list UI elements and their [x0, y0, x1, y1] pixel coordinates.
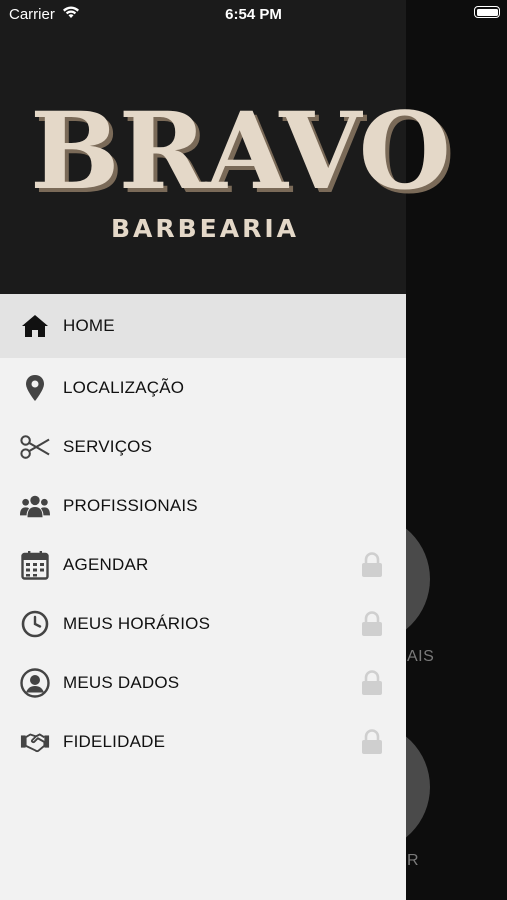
clock-icon — [20, 609, 50, 639]
menu-item-label: AGENDAR — [63, 554, 149, 574]
lock-icon — [361, 669, 383, 696]
logo-title: BRAVO — [30, 88, 451, 213]
menu-item-profissionais[interactable]: PROFISSIONAIS — [0, 476, 406, 535]
group-icon — [20, 491, 50, 521]
menu-item-label: PROFISSIONAIS — [63, 495, 198, 515]
menu-item-label: HOME — [63, 316, 115, 335]
lock-icon — [361, 551, 383, 578]
navigation-drawer: BRAVO BARBEARIA HOME LOCALIZAÇÃO SERVIÇO… — [0, 0, 451, 900]
scissors-icon — [20, 432, 50, 462]
lock-icon — [361, 610, 383, 637]
logo-subtitle: BARBEARIA — [110, 214, 300, 243]
background-label: AIS — [407, 648, 435, 665]
lock-icon — [361, 728, 383, 755]
menu-item-home[interactable]: HOME — [0, 294, 406, 358]
menu-item-label: MEUS HORÁRIOS — [63, 613, 211, 633]
handshake-icon — [20, 727, 50, 757]
menu-item-fidelidade[interactable]: FIDELIDADE — [0, 712, 406, 771]
clock-time: 6:54 PM — [225, 6, 282, 23]
drawer-menu: HOME LOCALIZAÇÃO SERVIÇOS PROFISSIONAIS — [0, 294, 406, 771]
status-bar: Carrier 6:54 PM — [0, 0, 507, 28]
menu-item-servicos[interactable]: SERVIÇOS — [0, 417, 406, 476]
drawer-header: BRAVO BARBEARIA — [0, 0, 451, 294]
user-icon — [20, 667, 50, 698]
menu-item-localizacao[interactable]: LOCALIZAÇÃO — [0, 358, 406, 417]
menu-item-meus-horarios[interactable]: MEUS HORÁRIOS — [0, 594, 406, 653]
menu-item-meus-dados[interactable]: MEUS DADOS — [0, 653, 406, 712]
menu-item-label: FIDELIDADE — [63, 731, 166, 751]
calendar-icon — [20, 550, 50, 580]
home-icon — [20, 311, 50, 341]
menu-item-label: SERVIÇOS — [63, 436, 153, 456]
menu-item-label: LOCALIZAÇÃO — [63, 377, 185, 397]
menu-item-label: MEUS DADOS — [63, 672, 180, 692]
menu-item-agendar[interactable]: AGENDAR — [0, 535, 406, 594]
location-pin-icon — [20, 373, 50, 403]
brand-logo: BRAVO BARBEARIA — [30, 88, 451, 252]
background-label: R — [407, 852, 420, 869]
battery-icon — [474, 6, 500, 18]
